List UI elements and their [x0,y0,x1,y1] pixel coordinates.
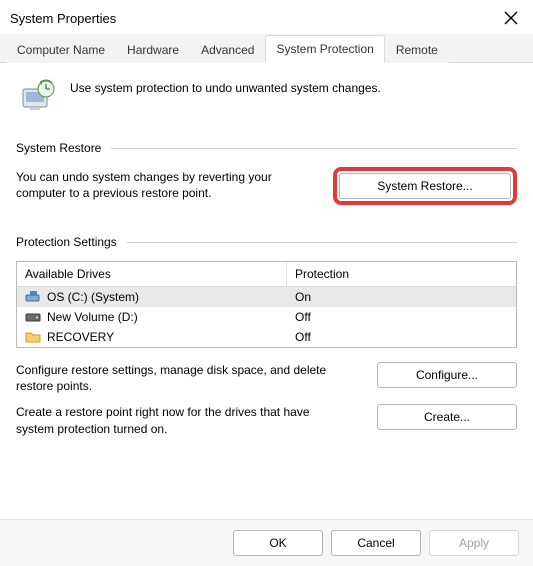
disk-icon [25,310,41,324]
restore-description: You can undo system changes by reverting… [16,167,315,201]
ok-button[interactable]: OK [233,530,323,556]
section-label-protection: Protection Settings [16,235,117,249]
section-protection-settings: Protection Settings [16,235,517,249]
cancel-button[interactable]: Cancel [331,530,421,556]
drives-body: OS (C:) (System) On New Volume (D:) Off [17,287,516,347]
column-header-drives[interactable]: Available Drives [17,262,287,286]
section-divider [111,148,517,149]
drive-name: New Volume (D:) [47,310,138,324]
drive-protection: Off [287,307,516,327]
drives-header: Available Drives Protection [17,262,516,287]
create-row: Create a restore point right now for the… [16,404,517,436]
tab-strip: Computer Name Hardware Advanced System P… [0,34,533,63]
configure-row: Configure restore settings, manage disk … [16,362,517,394]
system-protection-icon [20,79,56,115]
intro-text: Use system protection to undo unwanted s… [70,79,381,95]
intro-row: Use system protection to undo unwanted s… [16,75,517,133]
configure-button[interactable]: Configure... [377,362,517,388]
create-description: Create a restore point right now for the… [16,404,349,436]
close-button[interactable] [499,6,523,30]
drive-name: OS (C:) (System) [47,290,139,304]
restore-row: You can undo system changes by reverting… [16,167,517,205]
configure-description: Configure restore settings, manage disk … [16,362,349,394]
create-button[interactable]: Create... [377,404,517,430]
drive-protection: On [287,287,516,307]
close-icon [504,11,518,25]
apply-button: Apply [429,530,519,556]
drive-row-os[interactable]: OS (C:) (System) On [17,287,516,307]
tab-computer-name[interactable]: Computer Name [6,36,116,63]
disk-system-icon [25,290,41,304]
tab-hardware[interactable]: Hardware [116,36,190,63]
drives-list: Available Drives Protection OS (C:) (Sys… [16,261,517,348]
folder-icon [25,330,41,344]
drive-row-new-volume[interactable]: New Volume (D:) Off [17,307,516,327]
section-divider [127,242,517,243]
system-restore-highlight: System Restore... [333,167,517,205]
column-header-protection[interactable]: Protection [287,262,516,286]
tab-content: Use system protection to undo unwanted s… [0,63,533,437]
section-system-restore: System Restore [16,141,517,155]
drive-name: RECOVERY [47,330,114,344]
window-title: System Properties [10,11,116,26]
system-restore-button[interactable]: System Restore... [339,173,511,199]
tab-advanced[interactable]: Advanced [190,36,265,63]
drive-protection: Off [287,327,516,347]
section-label-restore: System Restore [16,141,101,155]
tab-remote[interactable]: Remote [385,36,449,63]
dialog-footer: OK Cancel Apply [0,519,533,566]
drive-row-recovery[interactable]: RECOVERY Off [17,327,516,347]
tab-system-protection[interactable]: System Protection [265,35,384,63]
titlebar: System Properties [0,0,533,34]
